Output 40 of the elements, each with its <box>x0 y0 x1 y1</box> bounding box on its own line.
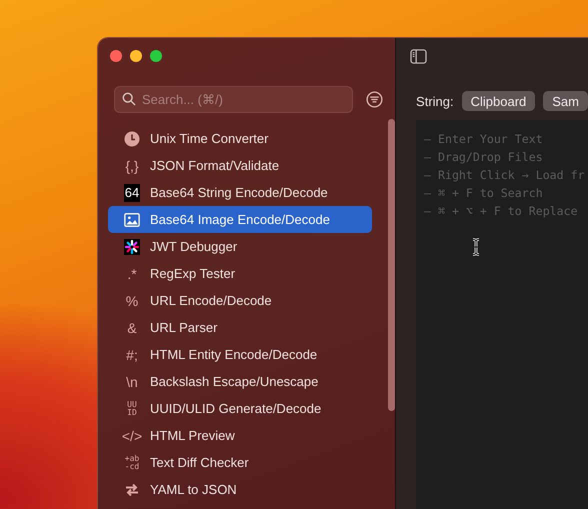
clock-icon <box>124 130 140 146</box>
source-button[interactable]: Sam <box>543 91 588 111</box>
sidebar-item[interactable]: #; HTML Entity Encode/Decode <box>108 341 372 368</box>
star-burst-icon <box>124 238 140 254</box>
sidebar-item[interactable]: & URL Parser <box>108 314 372 341</box>
sidebar-item[interactable]: % URL Encode/Decode <box>108 287 372 314</box>
symbol-icon: #; <box>126 348 138 362</box>
symbol-icon: {,} <box>125 158 139 172</box>
symbol-icon: & <box>127 320 137 334</box>
sidebar-item[interactable]: Unix Time Converter <box>108 125 372 152</box>
number-icon: 64 <box>124 184 140 202</box>
filter-icon[interactable] <box>366 91 383 108</box>
symbol-icon: UU ID <box>127 400 137 416</box>
text-editor[interactable]: — Enter Your Text — Drag/Drop Files — Right Click → Load fr — ⌘ + F to Search — ⌘ + ⌥ + F to Replace <box>416 120 588 509</box>
text-cursor-icon <box>472 238 480 256</box>
sidebar-item[interactable]: \n Backslash Escape/Unescape <box>108 368 372 395</box>
symbol-icon: \n <box>126 374 138 388</box>
sidebar-item[interactable]: YAML to JSON <box>108 476 372 503</box>
symbol-icon: % <box>126 294 138 308</box>
search-field[interactable]: Search... (⌘/) <box>114 86 353 113</box>
symbol-icon: </> <box>122 428 142 442</box>
zoom-button[interactable] <box>150 50 162 62</box>
sidebar-item[interactable]: UU ID UUID/ULID Generate/Decode <box>108 395 372 422</box>
close-button[interactable] <box>110 50 122 62</box>
sidebar-item[interactable]: JWT Debugger <box>108 233 372 260</box>
input-label: String: <box>416 94 454 108</box>
minimize-button[interactable] <box>130 50 142 62</box>
sidebar-item[interactable]: 64 Base64 String Encode/Decode <box>108 179 372 206</box>
sidebar-item[interactable]: Base64 Image Encode/Decode <box>108 206 372 233</box>
source-button[interactable]: Clipboard <box>462 91 536 111</box>
sidebar-item[interactable]: {,} JSON Format/Validate <box>108 152 372 179</box>
sidebar-item[interactable]: +ab -cd Text Diff Checker <box>108 449 372 476</box>
sidebar-item[interactable]: .* RegExp Tester <box>108 260 372 287</box>
sidebar-toggle-icon[interactable] <box>410 49 428 64</box>
swap-arrows-icon <box>124 482 140 498</box>
symbol-icon: +ab -cd <box>124 454 140 470</box>
symbol-icon: .* <box>127 266 137 280</box>
sidebar-item[interactable]: </> HTML Preview <box>108 422 372 449</box>
scrollbar-thumb[interactable] <box>388 119 395 411</box>
image-icon <box>124 212 140 228</box>
